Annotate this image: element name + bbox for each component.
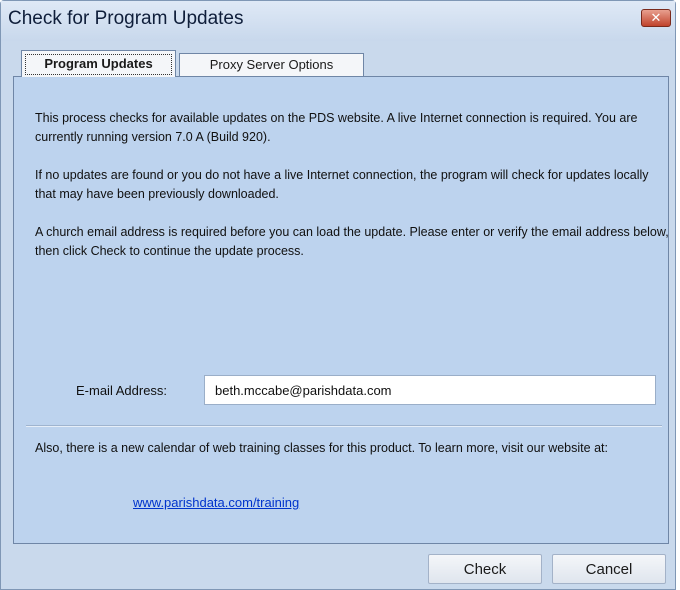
program-updates-panel: This process checks for available update… — [13, 76, 669, 544]
cancel-button[interactable]: Cancel — [552, 554, 666, 584]
training-link[interactable]: www.parishdata.com/training — [133, 495, 299, 510]
close-button[interactable]: ✕ — [641, 9, 671, 27]
tab-program-updates[interactable]: Program Updates — [21, 50, 176, 77]
email-field[interactable] — [204, 375, 656, 405]
email-label: E-mail Address: — [76, 383, 168, 398]
tab-proxy-server-options[interactable]: Proxy Server Options — [179, 53, 364, 77]
update-dialog: Check for Program Updates ✕ Program Upda… — [0, 0, 676, 590]
close-icon: ✕ — [650, 10, 662, 25]
version-info-text: This process checks for available update… — [35, 111, 638, 144]
training-info-text: Also, there is a new calendar of web tra… — [35, 441, 608, 455]
title-bar[interactable]: Check for Program Updates ✕ — [1, 1, 675, 41]
dialog-title: Check for Program Updates — [8, 8, 244, 29]
tab-proxy-server-options-label: Proxy Server Options — [209, 57, 334, 72]
check-button[interactable]: Check — [428, 554, 542, 584]
divider — [26, 425, 662, 427]
email-required-text: A church email address is required befor… — [35, 225, 669, 258]
tab-program-updates-label: Program Updates — [25, 54, 172, 75]
local-update-info-text: If no updates are found or you do not ha… — [35, 168, 649, 201]
